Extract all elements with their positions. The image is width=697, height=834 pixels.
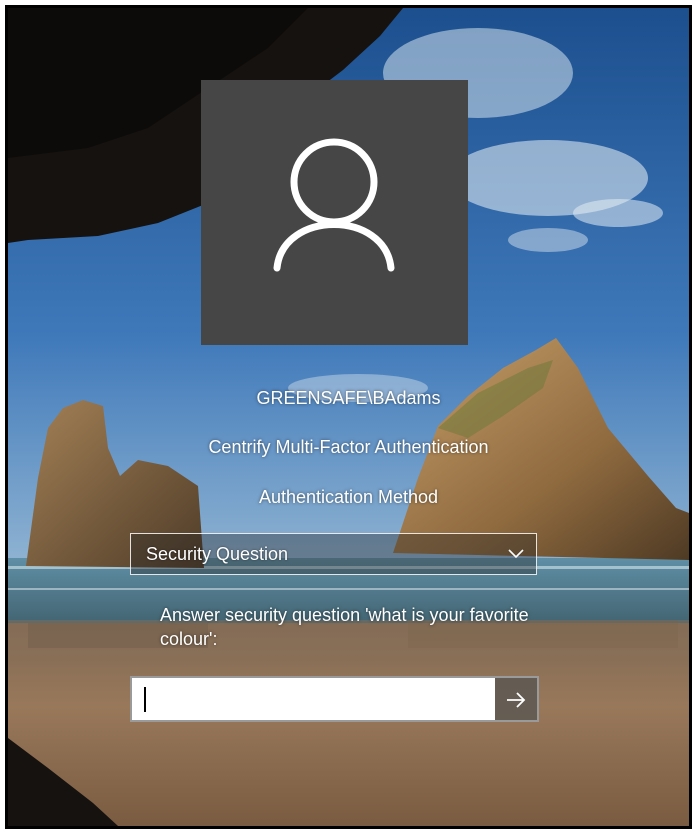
authentication-method-label: Authentication Method bbox=[258, 487, 439, 507]
login-window: GREENSAFE\BAdams Centrify Multi-Factor A… bbox=[5, 5, 692, 829]
user-silhouette-icon bbox=[273, 138, 395, 272]
text-caret bbox=[144, 687, 146, 712]
mfa-provider-label: Centrify Multi-Factor Authentication bbox=[208, 437, 489, 457]
submit-button[interactable] bbox=[495, 676, 539, 722]
security-answer-input[interactable] bbox=[130, 676, 495, 722]
user-avatar bbox=[201, 80, 468, 345]
username-label: GREENSAFE\BAdams bbox=[256, 388, 441, 408]
authentication-method-dropdown[interactable]: Security Question bbox=[130, 533, 537, 575]
chevron-down-icon bbox=[508, 549, 524, 559]
authentication-method-value: Security Question bbox=[146, 544, 289, 564]
security-question-prompt: Answer security question 'what is your f… bbox=[160, 605, 529, 649]
arrow-right-icon bbox=[507, 692, 526, 708]
